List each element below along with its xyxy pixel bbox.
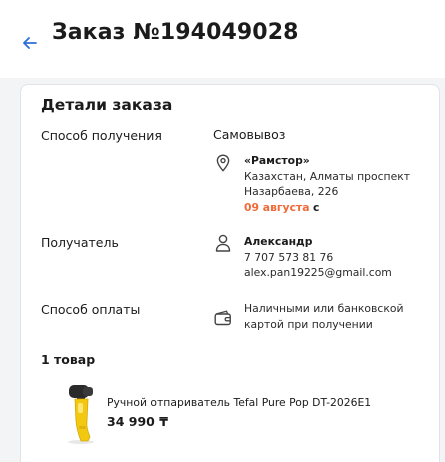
recipient-name: Александр bbox=[244, 235, 313, 248]
pickup-date-suffix: с bbox=[312, 200, 320, 214]
payment-method-value: Наличными или банковской картой при полу… bbox=[244, 302, 404, 331]
page-title: Заказ №194049028 bbox=[52, 20, 299, 45]
product-price: 34 990 ₸ bbox=[107, 414, 168, 429]
recipient-info: Александр 7 707 573 81 76 alex.pan19225@… bbox=[244, 234, 429, 281]
wallet-icon bbox=[214, 309, 232, 327]
page-header: Заказ №194049028 bbox=[0, 0, 445, 78]
pickup-point-info: «Рамстор» Казахстан, Алматы проспект Наз… bbox=[244, 153, 429, 215]
pickup-date-value: 09 августа bbox=[244, 200, 310, 214]
delivery-method-value: Самовывоз bbox=[213, 127, 286, 142]
payment-method-label: Способ оплаты bbox=[41, 302, 141, 317]
store-address: Казахстан, Алматы проспект Назарбаева, 2… bbox=[244, 169, 411, 199]
recipient-label: Получатель bbox=[41, 235, 119, 250]
card-title: Детали заказа bbox=[41, 96, 173, 114]
arrow-left-icon bbox=[23, 37, 37, 49]
person-icon bbox=[214, 234, 232, 252]
delivery-method-label: Способ получения bbox=[41, 128, 162, 143]
order-details-card: Детали заказа Способ получения Самовывоз… bbox=[20, 84, 440, 462]
recipient-phone: 7 707 573 81 76 bbox=[244, 250, 334, 264]
back-button[interactable] bbox=[20, 33, 40, 53]
location-pin-icon bbox=[214, 154, 232, 172]
items-count: 1 товар bbox=[41, 352, 96, 367]
product-name[interactable]: Ручной отпариватель Tefal Pure Pop DT-20… bbox=[107, 396, 371, 409]
product-image[interactable] bbox=[57, 381, 105, 445]
store-name: «Рамстор» bbox=[244, 154, 310, 167]
recipient-email: alex.pan19225@gmail.com bbox=[244, 266, 392, 279]
order-page: Заказ №194049028 Детали заказа Способ по… bbox=[0, 0, 445, 462]
pickup-date: 09 августа с bbox=[244, 200, 429, 216]
